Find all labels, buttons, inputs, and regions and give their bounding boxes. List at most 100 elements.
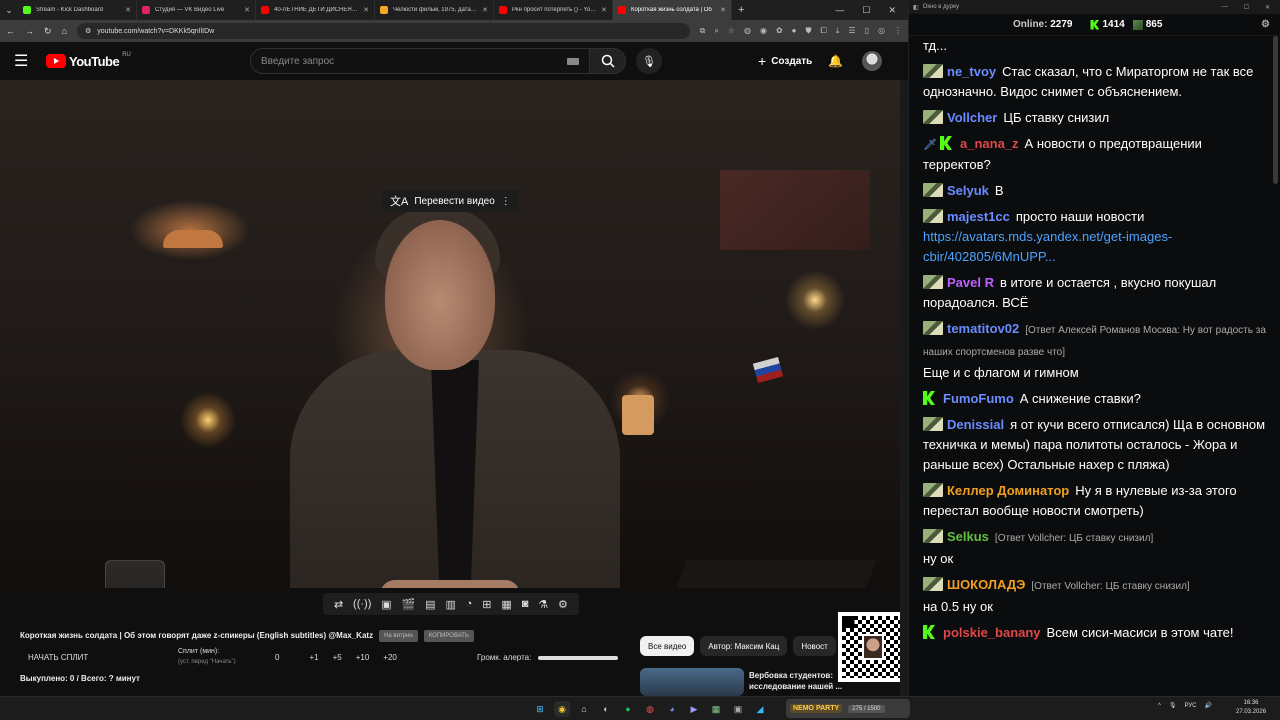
windows-start-icon[interactable]: ⊞	[532, 701, 548, 717]
chat-link[interactable]: https://avatars.mds.yandex.net/get-image…	[923, 229, 1172, 264]
split-value-button[interactable]: +1	[309, 653, 318, 662]
back-icon[interactable]: ←	[6, 26, 15, 36]
video-player[interactable]: 文A Перевести видео ⋮	[0, 80, 908, 588]
gear-icon[interactable]: ⚙	[558, 598, 568, 611]
app-icon[interactable]: ◍	[642, 701, 658, 717]
volume-icon[interactable]: 🔊	[1204, 702, 1211, 709]
recommended-thumbnail[interactable]	[640, 668, 744, 696]
filter-chip[interactable]: Новост	[793, 636, 836, 656]
reload-icon[interactable]: ↻	[44, 26, 52, 37]
maximize-icon[interactable]: ☐	[862, 5, 870, 16]
close-icon[interactable]: ✕	[888, 5, 896, 16]
app-icon[interactable]: ▣	[730, 701, 746, 717]
menu-icon[interactable]: ⋮	[894, 26, 902, 36]
tab-close-icon[interactable]: ✕	[363, 6, 369, 14]
extension-icon[interactable]: ●	[792, 26, 797, 36]
clock[interactable]: 16:36 27.03.2026	[1236, 699, 1266, 717]
chat-username[interactable]: polskie_banany	[943, 625, 1041, 640]
loop-icon[interactable]: ⇄	[334, 598, 343, 611]
menu-icon[interactable]: ☰	[14, 51, 40, 71]
recommended-title[interactable]: Вербовка студентов: исследование нашей .…	[749, 670, 849, 692]
filter-chip[interactable]: Автор: Максим Кац	[700, 636, 788, 656]
search-button[interactable]	[590, 48, 626, 74]
split-value-button[interactable]: +20	[383, 653, 397, 662]
app-icon[interactable]: ▦	[708, 701, 724, 717]
close-icon[interactable]: ✕	[1265, 4, 1270, 11]
picture-add-icon[interactable]: ⊞	[482, 598, 491, 611]
create-button[interactable]: + Создать	[750, 50, 820, 72]
chat-username[interactable]: Келлер Доминатор	[947, 483, 1069, 498]
start-split-button[interactable]: НАЧАТЬ СПЛИТ	[28, 653, 88, 662]
chat-username[interactable]: Selkus	[947, 529, 989, 544]
minimize-icon[interactable]: —	[835, 5, 844, 16]
mic-icon[interactable]: 🎙	[1169, 702, 1177, 709]
chat-scroll-thumb[interactable]	[1273, 36, 1278, 184]
tab-close-icon[interactable]: ✕	[244, 6, 250, 14]
extension-icon[interactable]: ◍	[744, 26, 751, 36]
split-value-button[interactable]: +10	[356, 653, 370, 662]
tab-close-icon[interactable]: ✕	[601, 6, 607, 14]
frame-icon[interactable]: ▤	[425, 598, 435, 611]
alert-volume-slider[interactable]	[538, 656, 618, 660]
profile-icon[interactable]: ◎	[878, 26, 885, 36]
chat-username[interactable]: ne_tvoy	[947, 64, 996, 79]
browser-tab[interactable]: Stream - Kick Dashboard ✕	[18, 0, 137, 20]
speed-icon[interactable]: ◔	[466, 598, 473, 610]
download-icon[interactable]: ⤓	[836, 26, 840, 36]
search-input[interactable]: Введите запрос	[250, 48, 590, 74]
image-icon[interactable]: ▦	[501, 598, 511, 611]
telegram-icon[interactable]: ◢	[752, 701, 768, 717]
tab-groups-icon[interactable]: ☰	[848, 26, 855, 36]
more-icon[interactable]: ⋮	[501, 196, 511, 207]
zoom-icon[interactable]: ⌕	[714, 26, 718, 36]
broadcast-icon[interactable]: ((·))	[353, 598, 371, 610]
tab-search-icon[interactable]: ⌄	[0, 0, 18, 20]
tab-close-icon[interactable]: ✕	[720, 6, 726, 14]
chevron-up-icon[interactable]: ^	[1158, 703, 1161, 709]
lang-indicator[interactable]: РУС	[1184, 703, 1196, 709]
chat-username[interactable]: FumoFumo	[943, 391, 1014, 406]
minimize-icon[interactable]: —	[1222, 4, 1228, 11]
steam-icon[interactable]: ◐	[598, 701, 614, 717]
app-icon[interactable]: ▶	[686, 701, 702, 717]
clapper-icon[interactable]: 🎬	[402, 598, 416, 611]
split-value-button[interactable]: 0	[275, 653, 279, 662]
chat-username[interactable]: Pavel R	[947, 275, 994, 290]
showcase-button[interactable]: На витрин	[379, 630, 418, 642]
sidebar-icon[interactable]: ▯	[865, 26, 869, 36]
chat-username[interactable]: tematitov02	[947, 321, 1019, 336]
flask-icon[interactable]: ⚗	[538, 598, 548, 611]
browser-tab[interactable]: Челюсти фильм, 1975, дата вы ✕	[375, 0, 494, 20]
chat-username[interactable]: Denissial	[947, 417, 1004, 432]
browser-tab[interactable]: Ркн просит потерпеть () - YouT ✕	[494, 0, 613, 20]
extension-icon[interactable]: ⛊	[805, 26, 811, 36]
extension-icon[interactable]: ✿	[776, 26, 783, 36]
site-info-icon[interactable]: ⚙	[85, 27, 91, 35]
browser-tab[interactable]: 40-ЛЕТНИЕ ДЕТИ ДИСНЕЯ - Y ✕	[256, 0, 375, 20]
spotify-icon[interactable]: ●	[620, 701, 636, 717]
browser-tab[interactable]: Студия — VK Видео Live ✕	[137, 0, 256, 20]
chat-username[interactable]: ШОКОЛАДЭ	[947, 577, 1025, 592]
split-value-button[interactable]: +5	[333, 653, 342, 662]
chat-username[interactable]: majest1cc	[947, 209, 1010, 224]
tab-close-icon[interactable]: ✕	[125, 6, 131, 14]
discord-icon[interactable]: ◕	[664, 701, 680, 717]
youtube-logo[interactable]: YouTube RU	[46, 52, 131, 69]
tab-close-icon[interactable]: ✕	[482, 6, 488, 14]
home-icon[interactable]: ⌂	[62, 26, 67, 36]
keyboard-icon[interactable]	[567, 57, 579, 65]
chrome-icon[interactable]: ◉	[554, 701, 570, 717]
translate-video-button[interactable]: 文A Перевести видео ⋮	[382, 190, 519, 212]
avatar[interactable]	[862, 51, 882, 71]
video-eye-icon[interactable]: ▣	[381, 598, 391, 611]
bookmark-icon[interactable]: ☆	[728, 26, 735, 36]
maximize-icon[interactable]: ☐	[1244, 4, 1249, 11]
chat-username[interactable]: Vollcher	[947, 110, 997, 125]
voice-search-button[interactable]: 🎙	[636, 48, 662, 74]
page-scrollbar[interactable]	[900, 80, 908, 696]
forward-icon[interactable]: →	[25, 26, 34, 36]
address-bar[interactable]: ⚙ youtube.com/watch?v=DKKk5qnIlIDw	[76, 23, 690, 39]
app-icon[interactable]: ⌂	[576, 701, 592, 717]
nemo-party-widget[interactable]: NEMO PARTY 275 / 1500	[786, 699, 910, 718]
gear-icon[interactable]: ⚙	[1261, 19, 1270, 30]
